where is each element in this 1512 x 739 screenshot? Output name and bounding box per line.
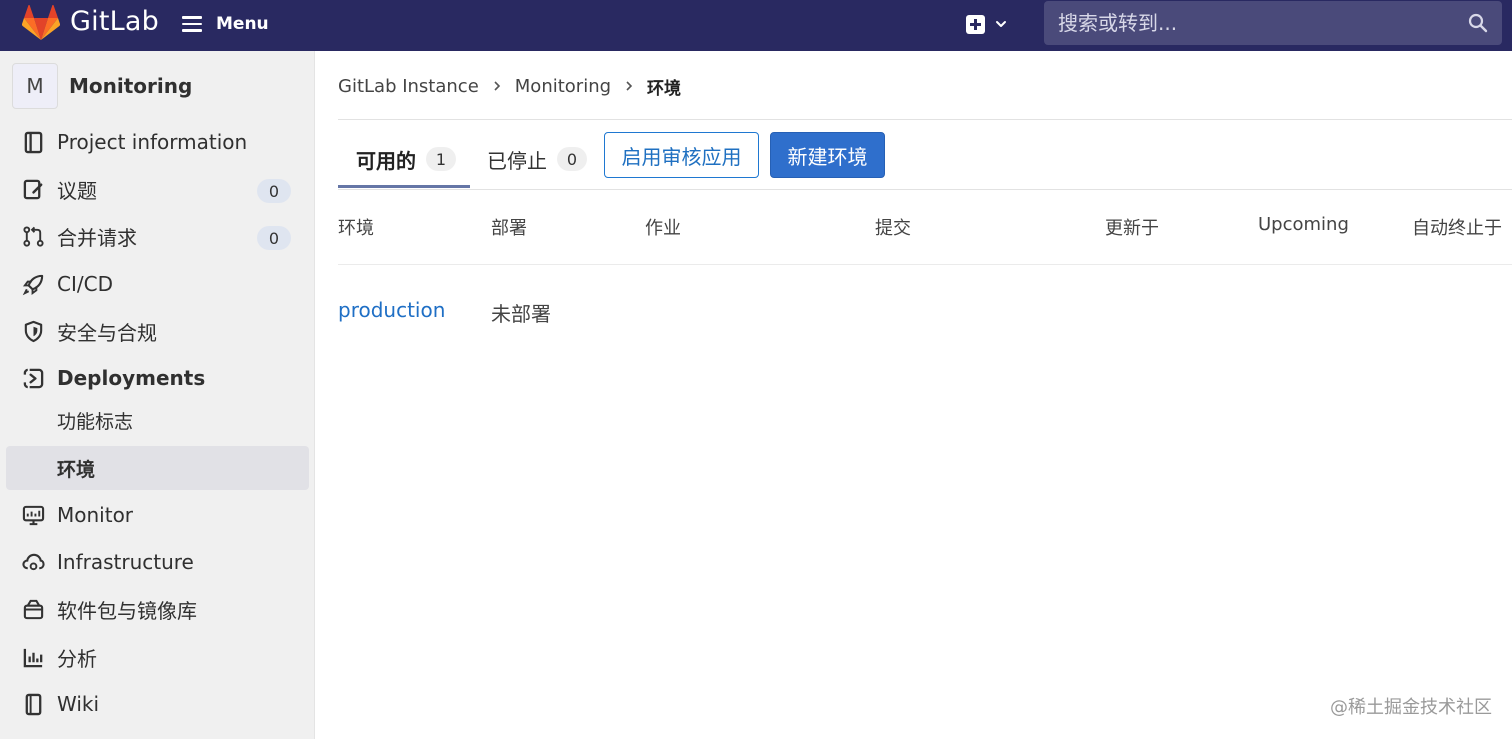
package-icon <box>23 599 44 620</box>
hamburger-icon <box>182 16 202 32</box>
sidebar-item-deployments[interactable]: Deployments <box>6 356 309 400</box>
gitlab-logo-icon[interactable] <box>22 5 60 41</box>
plus-square-icon <box>966 14 985 34</box>
sidebar-item-analytics[interactable]: 分析 <box>6 635 309 679</box>
search-icon[interactable] <box>1468 13 1488 33</box>
sidebar-item-label: Deployments <box>57 366 206 390</box>
table-header-deployment: 部署 <box>491 218 527 239</box>
sidebar-item-label: 议题 <box>57 178 97 203</box>
sidebar-item-label: Infrastructure <box>57 550 194 574</box>
table-header-upcoming: Upcoming <box>1258 214 1349 235</box>
tab-stopped[interactable]: 已停止 0 <box>487 130 587 188</box>
rocket-icon <box>22 274 44 296</box>
sidebar-subitem-environments[interactable]: 环境 <box>6 446 309 490</box>
new-environment-button[interactable]: 新建环境 <box>770 132 885 178</box>
table-header-divider <box>338 264 1512 265</box>
issues-icon <box>23 179 43 200</box>
sidebar-subitem-label: 环境 <box>57 458 96 481</box>
table-header-updated: 更新于 <box>1105 218 1159 239</box>
sidebar-subitem-label: 功能标志 <box>57 410 134 433</box>
merge-request-icon <box>23 226 44 247</box>
chevron-down-icon <box>996 21 1006 27</box>
cloud-gear-icon <box>22 553 45 571</box>
tabs-divider <box>338 189 1512 190</box>
active-tab-indicator <box>338 185 470 188</box>
book-icon <box>24 131 43 154</box>
watermark: @稀土掘金技术社区 <box>1330 697 1492 718</box>
issues-count-badge: 0 <box>257 179 291 203</box>
header-divider <box>338 119 1512 120</box>
sidebar-item-label: 软件包与镜像库 <box>57 598 197 623</box>
table-header-job: 作业 <box>645 218 681 239</box>
tab-label: 可用的 <box>356 148 416 173</box>
merge-requests-count-badge: 0 <box>257 226 291 250</box>
sidebar-item-label: 合并请求 <box>57 225 137 250</box>
sidebar-item-label: Monitor <box>57 503 134 527</box>
deployments-icon <box>23 368 44 389</box>
sidebar-item-label: CI/CD <box>57 272 113 296</box>
project-header[interactable]: M Monitoring <box>12 63 192 109</box>
environment-link-production[interactable]: production <box>338 298 445 322</box>
search-input[interactable] <box>1044 11 1444 35</box>
breadcrumb-item-current[interactable]: 环境 <box>647 74 681 99</box>
sidebar-item-label: 分析 <box>57 646 97 671</box>
top-navbar: GitLab Menu <box>0 0 1512 51</box>
search-box <box>1044 1 1502 45</box>
tab-count-badge: 0 <box>557 147 587 171</box>
table-header-auto-stop: 自动终止于 <box>1412 218 1502 239</box>
shield-icon <box>24 320 43 343</box>
chevron-right-icon <box>626 81 633 91</box>
menu-button[interactable]: Menu <box>182 10 269 38</box>
monitor-icon <box>22 505 45 526</box>
table-header-environment: 环境 <box>338 218 374 239</box>
chevron-right-icon <box>494 81 500 91</box>
breadcrumb: GitLab Instance Monitoring 环境 <box>338 73 681 99</box>
sidebar-item-issues[interactable]: 议题 0 <box>6 167 309 211</box>
sidebar-item-label: 安全与合规 <box>57 320 157 345</box>
sidebar-item-packages[interactable]: 软件包与镜像库 <box>6 587 309 631</box>
deployment-status: 未部署 <box>491 302 551 326</box>
chart-icon <box>23 648 43 668</box>
table-header-commit: 提交 <box>875 218 911 239</box>
sidebar-item-security[interactable]: 安全与合规 <box>6 309 309 353</box>
brand-name[interactable]: GitLab <box>70 6 159 37</box>
tab-available[interactable]: 可用的 1 <box>356 130 456 188</box>
sidebar-item-monitor[interactable]: Monitor <box>6 493 309 537</box>
sidebar-item-label: Wiki <box>57 692 100 716</box>
menu-label: Menu <box>216 14 269 34</box>
sidebar-item-project-information[interactable]: Project information <box>6 120 309 164</box>
enable-review-apps-button[interactable]: 启用审核应用 <box>604 132 759 178</box>
sidebar-item-wiki[interactable]: Wiki <box>6 682 309 726</box>
new-item-dropdown[interactable] <box>966 11 1016 37</box>
sidebar-item-merge-requests[interactable]: 合并请求 0 <box>6 214 309 258</box>
sidebar-item-infrastructure[interactable]: Infrastructure <box>6 540 309 584</box>
sidebar-item-cicd[interactable]: CI/CD <box>6 262 309 306</box>
sidebar: M Monitoring Project information 议题 0 合并… <box>0 51 315 739</box>
sidebar-subitem-feature-flags[interactable]: 功能标志 <box>6 398 309 442</box>
tab-label: 已停止 <box>487 148 547 173</box>
wiki-book-icon <box>25 693 42 716</box>
tab-count-badge: 1 <box>426 147 456 171</box>
breadcrumb-item-project[interactable]: Monitoring <box>515 76 611 97</box>
project-name: Monitoring <box>69 74 193 98</box>
sidebar-item-label: Project information <box>57 130 248 154</box>
breadcrumb-item-instance[interactable]: GitLab Instance <box>338 76 479 97</box>
project-avatar: M <box>12 63 58 109</box>
